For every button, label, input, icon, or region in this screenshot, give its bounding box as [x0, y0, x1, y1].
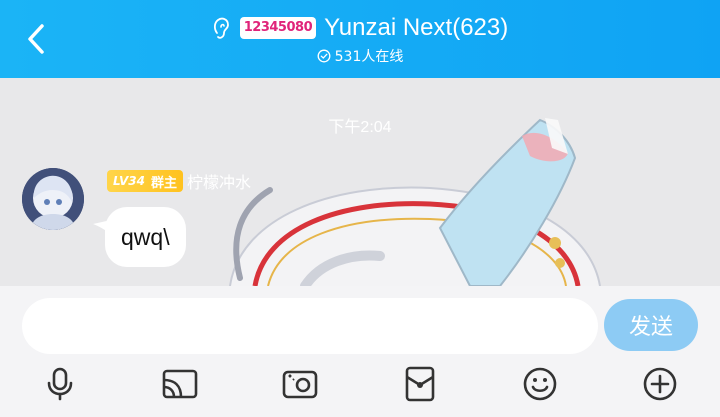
input-bar: 发送: [0, 286, 720, 417]
plus-icon: [643, 367, 677, 401]
sender-name[interactable]: 柠檬冲水: [187, 169, 251, 193]
online-count: 531人在线: [334, 49, 404, 65]
sender-avatar[interactable]: [22, 168, 84, 230]
photo-icon: [282, 370, 318, 399]
title-row[interactable]: 12345080 Yunzai Next(623): [0, 12, 720, 44]
red-packet-button[interactable]: [400, 364, 440, 404]
message-bubble[interactable]: qwq\: [105, 207, 186, 267]
screen-share-button[interactable]: [160, 364, 200, 404]
member-badge: LV34 群主: [107, 170, 183, 192]
role-label: 群主: [150, 175, 177, 191]
screen-cast-icon: [162, 369, 198, 399]
message-timestamp: 下午2:04: [328, 119, 392, 136]
emoji-button[interactable]: [520, 364, 560, 404]
send-button[interactable]: 发送: [604, 299, 698, 351]
photo-button[interactable]: [280, 364, 320, 404]
group-title: Yunzai Next(623): [324, 14, 509, 41]
message-text: qwq\: [121, 223, 170, 250]
sender-info: LV34 群主 柠檬冲水: [107, 170, 251, 192]
red-packet-icon: [405, 366, 435, 402]
ear-icon: [213, 17, 229, 39]
online-status: 531人在线: [0, 46, 720, 66]
avatar-image: [22, 168, 84, 230]
microphone-icon: [47, 367, 73, 401]
message-input[interactable]: [22, 298, 598, 354]
check-circle-icon: [317, 49, 331, 63]
chat-header: 12345080 Yunzai Next(623) 531人在线: [0, 0, 720, 78]
emoji-icon: [523, 367, 557, 401]
more-button[interactable]: [640, 364, 680, 404]
voice-button[interactable]: [40, 364, 80, 404]
input-toolbar: [0, 364, 720, 404]
level-label: LV34: [113, 174, 145, 188]
chat-area[interactable]: 下午2:04 LV34 群主 柠檬冲水 qwq\: [0, 78, 720, 286]
group-logo: 12345080: [239, 17, 317, 39]
